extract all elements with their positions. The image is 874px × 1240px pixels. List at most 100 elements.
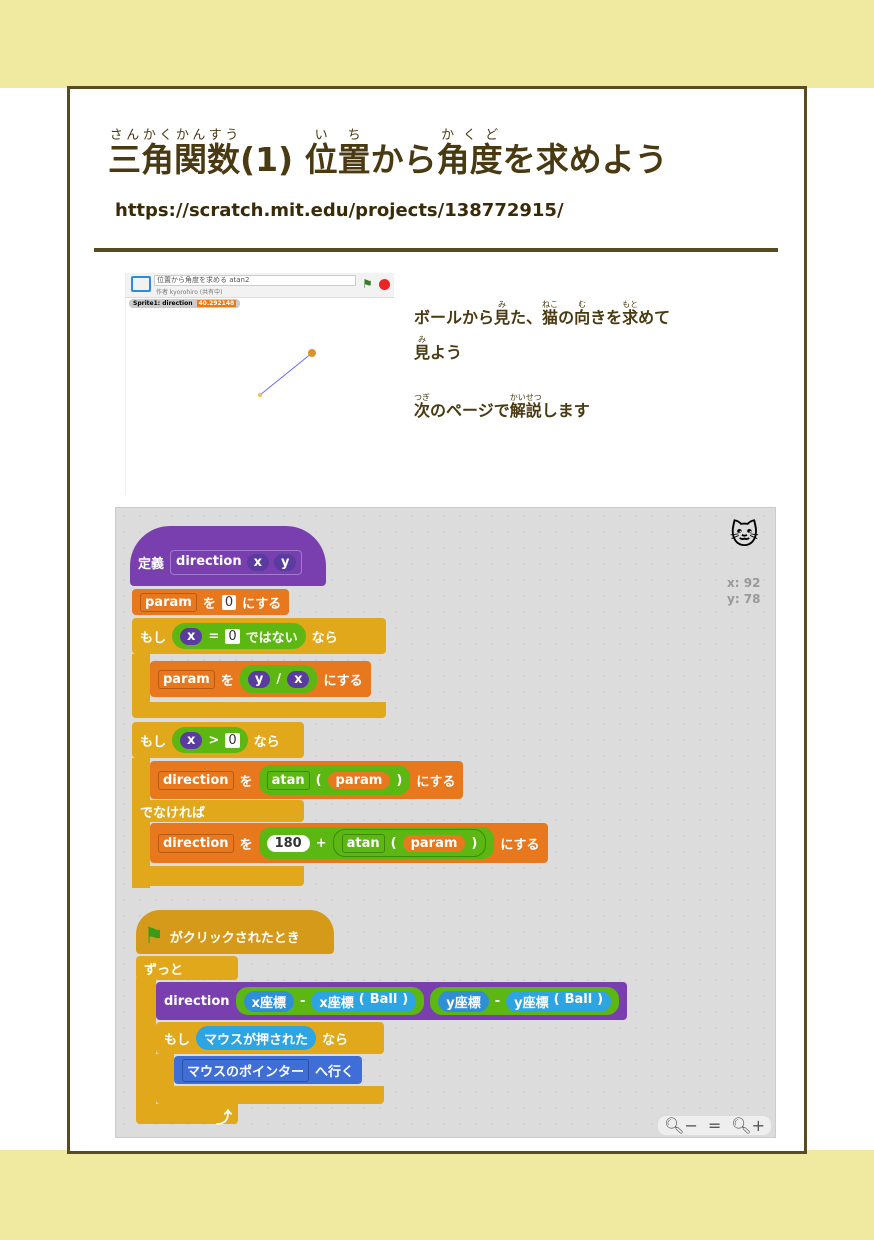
y-difference-operator[interactable]: y座標 - y座標 (Ball) (430, 987, 620, 1015)
value-input[interactable]: 0 (221, 594, 237, 610)
ball-sprite (258, 393, 262, 397)
forever-loop-arrow-icon: ⤴ (136, 1104, 238, 1127)
label: ) (396, 772, 403, 788)
define-signature: direction x y (170, 549, 303, 575)
atan-operator[interactable]: atan (param) (258, 765, 411, 795)
attribute-dropdown[interactable]: y座標 (514, 992, 548, 1011)
mouse-down-condition[interactable]: マウスが押された (196, 1026, 317, 1050)
if-mouse-down-block[interactable]: もし マウスが押された なら (156, 1022, 384, 1054)
bottom-band (0, 1150, 874, 1240)
else-label: でなければ (132, 800, 304, 822)
x-position-reporter[interactable]: x座標 (243, 990, 294, 1012)
ruby-text: 解説かいせつ (509, 393, 542, 420)
value-input[interactable]: 0 (225, 628, 240, 644)
direction-line (259, 352, 313, 396)
when-flag-clicked-block[interactable]: ⚑ がクリックされたとき (136, 910, 334, 954)
text: ボールから (414, 308, 495, 327)
forever-arm (136, 978, 156, 1118)
label: ( (390, 835, 397, 851)
text: の (558, 308, 575, 327)
label: にする (323, 673, 363, 689)
set-direction-atan-block[interactable]: direction を atan (param) にする (150, 761, 464, 799)
zoom-out-icon[interactable]: 🔍︎− (664, 1116, 698, 1135)
var-dropdown[interactable]: direction (158, 770, 234, 790)
divide-operator[interactable]: y / x (239, 665, 318, 693)
set-param-divide-block[interactable]: param を y / x にする (150, 661, 371, 697)
furigana: み (414, 335, 430, 344)
text: します (541, 401, 590, 420)
not-equals-condition[interactable]: x = 0 ではない (172, 623, 306, 649)
set-param-block[interactable]: param を 0 にする (132, 589, 290, 615)
y-position-reporter[interactable]: y座標 (438, 990, 489, 1012)
x-difference-operator[interactable]: x座標 - x座標 (Ball) (235, 987, 425, 1015)
furigana: む (574, 300, 591, 309)
sprite-dropdown[interactable]: Ball (565, 992, 593, 1011)
label: ) (471, 835, 478, 851)
param-reporter[interactable]: param (402, 834, 466, 852)
var-dropdown[interactable]: param (158, 669, 215, 689)
label: にする (416, 774, 456, 790)
label: へ行く (315, 1064, 355, 1080)
define-block[interactable]: 定義 direction x y (130, 526, 326, 586)
description-line-2: 見みよう (414, 335, 462, 363)
sprite-y-readout: y: 78 (727, 592, 761, 606)
function-dropdown[interactable]: atan (266, 770, 310, 790)
if-else-block[interactable]: もし x >0 なら (132, 722, 304, 758)
label: ( (553, 991, 560, 1007)
x-of-ball-sensing[interactable]: x座標 (Ball) (311, 990, 417, 1012)
text: きを (590, 308, 623, 327)
description-line-1: ボールから見みた、猫ねこの向むきを求もとめて (414, 300, 670, 328)
proc-name: direction (176, 553, 242, 569)
sprite-dropdown[interactable]: Ball (370, 992, 398, 1011)
project-url[interactable]: https://scratch.mit.edu/projects/1387729… (115, 200, 564, 221)
if-else-end (132, 866, 304, 886)
function-dropdown[interactable]: atan (341, 833, 385, 853)
y-reporter[interactable]: y (247, 670, 271, 688)
label: を (220, 673, 234, 689)
ruby-text: 三角関数さんかくかんすう (108, 128, 240, 179)
label: ではない (245, 630, 298, 646)
var-dropdown[interactable]: direction (158, 833, 234, 853)
value-input[interactable]: 0 (225, 732, 240, 748)
atan-operator[interactable]: atan ( param) (332, 829, 487, 857)
greater-than-condition[interactable]: x >0 (172, 727, 248, 753)
plus-operator[interactable]: 180 + atan ( param) (258, 827, 495, 859)
var-dropdown[interactable]: param (140, 592, 197, 612)
label: がクリックされたとき (169, 930, 300, 946)
label: + (315, 835, 327, 851)
label: - (494, 993, 501, 1009)
x-reporter[interactable]: x (180, 731, 203, 749)
text: を求めよう (502, 140, 668, 179)
if-arm (156, 1054, 174, 1090)
attribute-dropdown[interactable]: x座標 (319, 992, 353, 1011)
zoom-in-icon[interactable]: 🔍︎+ (731, 1116, 765, 1135)
param-y[interactable]: y (273, 553, 297, 571)
if-block-1[interactable]: もし x = 0 ではない なら (132, 618, 386, 654)
zoom-reset-icon[interactable]: = (708, 1116, 721, 1135)
text: よう (430, 343, 463, 362)
label: direction (164, 993, 230, 1009)
value-input[interactable]: 180 (266, 834, 310, 852)
x-reporter[interactable]: x (180, 627, 203, 645)
go-to-block[interactable]: マウスのポインター へ行く (174, 1056, 363, 1084)
label: にする (500, 837, 540, 853)
label: なら (253, 734, 280, 750)
target-dropdown[interactable]: マウスのポインター (182, 1058, 310, 1082)
label: でなければ (140, 805, 206, 821)
set-direction-180-block[interactable]: direction を 180 + atan (param) にする (150, 823, 548, 863)
x-reporter[interactable]: x (287, 670, 310, 688)
direction-call-block[interactable]: direction x座標 - x座標(Ball) y座標 - y座標(Ball) (156, 982, 628, 1020)
param-x[interactable]: x (246, 553, 269, 571)
scripts-area: 🐱 x: 92 y: 78 定義 direction x y param を 0 にす… (115, 507, 776, 1138)
ruby-text: 向む (574, 300, 591, 327)
description-line-3: 次つぎのページで解説かいせつします (414, 393, 590, 421)
param-reporter[interactable]: param (327, 771, 391, 789)
label: > (208, 732, 220, 748)
label: / (276, 671, 282, 687)
y-of-ball-sensing[interactable]: y座標 (Ball) (506, 990, 612, 1012)
if-end (132, 702, 386, 718)
divider (94, 248, 778, 252)
page-title: 三角関数さんかくかんすう(1) 位置いちから角度かくどを求めよう (108, 128, 668, 181)
forever-block[interactable]: ずっと (136, 956, 238, 980)
define-label: 定義 (138, 556, 165, 572)
